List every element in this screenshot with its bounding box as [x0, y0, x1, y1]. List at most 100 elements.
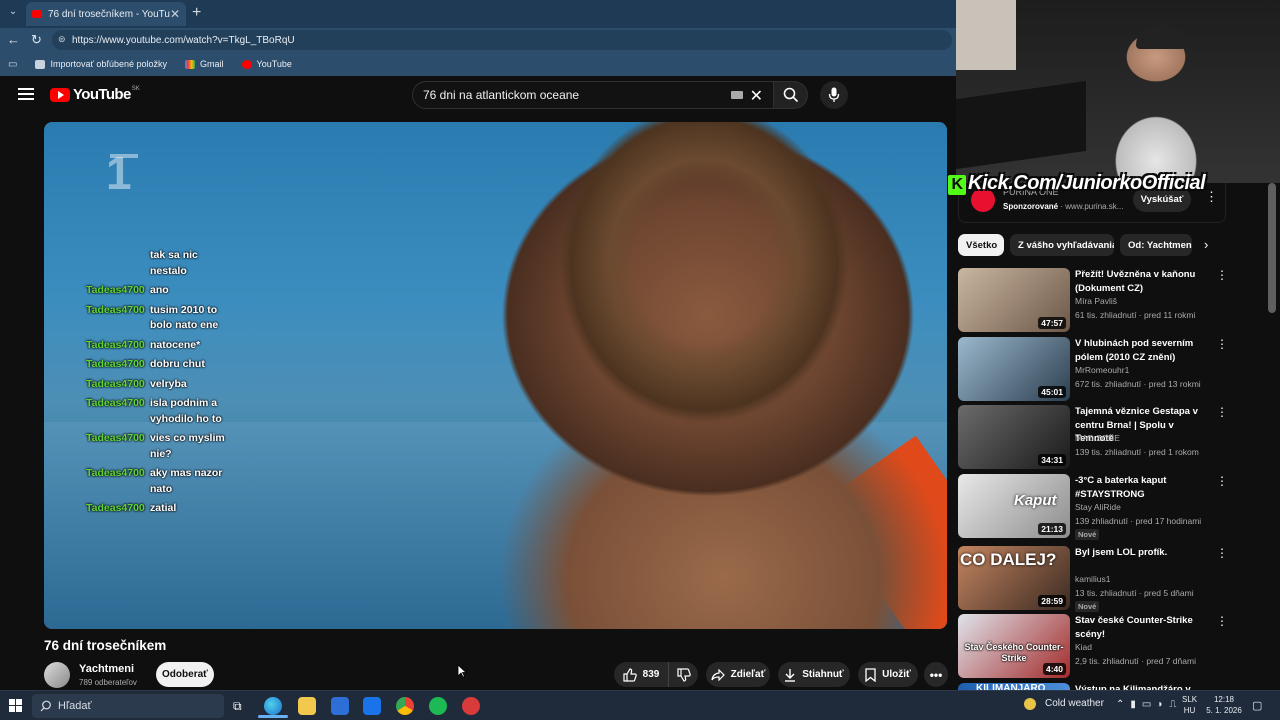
video-channel[interactable]: Míra Pavliš: [1075, 296, 1117, 306]
close-tab-icon[interactable]: ✕: [170, 7, 180, 21]
search-input[interactable]: 76 dni na atlantickom oceane ✕: [412, 81, 774, 109]
bookmark-icon: [865, 667, 876, 682]
video-menu-icon[interactable]: ⋮: [1216, 474, 1228, 488]
spotify-icon[interactable]: [429, 697, 447, 715]
video-thumbnail[interactable]: KILIMANJARO: [958, 683, 1070, 690]
chat-username: [86, 482, 150, 498]
video-channel[interactable]: MAD ZONE: [1075, 433, 1120, 443]
video-title[interactable]: V hlubinách pod severním pólem (2010 CZ …: [1075, 337, 1213, 364]
bookmark-import[interactable]: Importovať obľúbené položky: [35, 59, 167, 69]
chat-line: Tadeas4700 dobru chut: [86, 357, 266, 373]
video-thumbnail[interactable]: 34:31: [958, 405, 1070, 469]
chat-line: nato: [86, 482, 266, 498]
video-channel[interactable]: Stay AliRide: [1075, 502, 1121, 512]
browser-tab[interactable]: 76 dní trosečníkem - YouTube ✕: [26, 2, 186, 26]
video-menu-icon[interactable]: ⋮: [1216, 614, 1228, 628]
video-duration: 34:31: [1038, 454, 1066, 466]
chips-next-icon[interactable]: ›: [1204, 237, 1208, 252]
video-thumbnail[interactable]: CO DALEJ? 28:59: [958, 546, 1070, 610]
video-menu-icon[interactable]: ⋮: [1216, 268, 1228, 282]
video-title[interactable]: Výstup na Kilimandžáro v: [1075, 683, 1213, 690]
video-channel[interactable]: kamilius1: [1075, 574, 1110, 584]
system-tray-icons[interactable]: ⌃▮▭◗⎍: [1116, 699, 1182, 710]
clock[interactable]: 12:18 5. 1. 2026: [1204, 694, 1244, 716]
channel-avatar[interactable]: [44, 662, 70, 688]
taskbar-search[interactable]: Hľadať: [32, 694, 224, 718]
sidebar-toggle-icon[interactable]: ▭: [8, 59, 17, 70]
edge-icon[interactable]: [264, 697, 282, 715]
tab-actions-icon[interactable]: ⌄: [4, 6, 22, 22]
sidebar-scrollbar[interactable]: [1268, 183, 1276, 313]
like-button[interactable]: 839: [614, 662, 668, 687]
task-view-icon[interactable]: ⧉: [233, 699, 242, 714]
clear-search-icon[interactable]: ✕: [750, 86, 763, 106]
video-channel[interactable]: Kiad: [1075, 642, 1092, 652]
chip-all[interactable]: Všetko: [958, 234, 1004, 256]
address-bar[interactable]: ⊜ https://www.youtube.com/watch?v=TkgL_T…: [52, 30, 952, 50]
recommended-video[interactable]: KILIMANJARO Výstup na Kilimandžáro v: [958, 683, 1258, 690]
chrome-icon[interactable]: [396, 697, 414, 715]
video-title[interactable]: Stav české Counter-Strike scény!: [1075, 614, 1213, 641]
chip-from-channel[interactable]: Od: Yachtmeni: [1120, 234, 1192, 256]
chip-from-search[interactable]: Z vášho vyhľadávania: [1010, 234, 1114, 256]
keyboard-icon[interactable]: [731, 91, 743, 99]
bookmark-youtube[interactable]: YouTube: [241, 59, 292, 69]
video-title[interactable]: -3°C a baterka kaput #STAYSTRONG: [1075, 474, 1213, 501]
video-menu-icon[interactable]: ⋮: [1216, 405, 1228, 419]
channel-name[interactable]: Yachtmeni: [79, 663, 134, 675]
recommended-video[interactable]: Kaput 21:13 -3°C a baterka kaput #STAYSTRO…: [958, 474, 1258, 540]
video-menu-icon[interactable]: ⋮: [1216, 546, 1228, 560]
chat-line: Tadeas4700 zatial: [86, 501, 266, 517]
video-channel[interactable]: MrRomeouhr1: [1075, 365, 1129, 375]
refresh-icon[interactable]: ↻: [31, 32, 42, 48]
bookmark-gmail[interactable]: Gmail: [185, 59, 224, 69]
youtube-logo[interactable]: YouTube SK: [50, 86, 140, 103]
video-meta: 139 zhliadnutí · pred 17 hodinami: [1075, 516, 1202, 526]
search-button[interactable]: [774, 81, 808, 109]
windows-start-icon[interactable]: [9, 699, 22, 712]
app-icon[interactable]: [462, 697, 480, 715]
recommended-video[interactable]: 34:31 Tajemná věznice Gestapa v centru Br…: [958, 405, 1258, 469]
folder-icon: [35, 59, 46, 69]
chat-username: Tadeas4700: [86, 338, 145, 351]
chat-message: velryba: [150, 377, 187, 390]
voice-search-button[interactable]: [820, 81, 848, 109]
subscribe-button[interactable]: Odoberať: [156, 662, 214, 687]
video-thumbnail[interactable]: Stav Českého Counter-Strike 4:40: [958, 614, 1070, 678]
more-actions-button[interactable]: •••: [924, 662, 948, 687]
weather-text[interactable]: Cold weather: [1045, 698, 1104, 709]
save-button[interactable]: Uložiť: [858, 662, 918, 687]
video-thumbnail[interactable]: 45:01: [958, 337, 1070, 401]
site-info-icon[interactable]: ⊜: [58, 34, 66, 45]
chat-message: isla podnim a: [150, 397, 218, 409]
new-badge: Nové: [1075, 601, 1100, 612]
video-menu-icon[interactable]: ⋮: [1216, 337, 1228, 351]
video-title: 76 dní trosečníkem: [44, 638, 167, 653]
language-indicator[interactable]: SLK HU: [1182, 694, 1197, 716]
chat-line: Tadeas4700 vies co myslim: [86, 431, 266, 447]
chat-line: Tadeas4700 tusim 2010 to: [86, 303, 266, 319]
file-explorer-icon[interactable]: [298, 697, 316, 715]
new-tab-icon[interactable]: +: [192, 4, 201, 22]
video-thumbnail[interactable]: Kaput 21:13: [958, 474, 1070, 538]
kick-channel-overlay: K Kick.Com/JuniorkoOfficial: [948, 171, 1206, 195]
video-meta: 139 tis. zhliadnutí · pred 1 rokom: [1075, 447, 1199, 457]
youtube-play-icon: [50, 87, 70, 102]
recommended-video[interactable]: 45:01 V hlubinách pod severním pólem (201…: [958, 337, 1258, 401]
menu-icon[interactable]: [18, 88, 34, 103]
share-button[interactable]: Zdieľať: [706, 662, 770, 687]
recommended-video[interactable]: 47:57 Přežít! Uvězněna v kaňonu (Dokument…: [958, 268, 1258, 332]
ad-menu-icon[interactable]: ⋮: [1205, 189, 1218, 205]
kick-logo-icon: K: [948, 175, 966, 195]
notifications-icon[interactable]: ▢: [1252, 699, 1262, 712]
dislike-button[interactable]: [668, 662, 698, 687]
video-title[interactable]: Přežít! Uvězněna v kaňonu (Dokument CZ): [1075, 268, 1213, 295]
recommended-video[interactable]: CO DALEJ? 28:59 Byl jsem LOL profík. kamili…: [958, 546, 1258, 612]
store-icon[interactable]: [331, 697, 349, 715]
recommended-video[interactable]: Stav Českého Counter-Strike 4:40 Stav česk…: [958, 614, 1258, 678]
video-title[interactable]: Byl jsem LOL profík.: [1075, 546, 1213, 560]
back-icon[interactable]: ←: [7, 32, 20, 47]
outlook-icon[interactable]: [363, 697, 381, 715]
download-button[interactable]: Stiahnuť: [778, 662, 850, 687]
video-thumbnail[interactable]: 47:57: [958, 268, 1070, 332]
